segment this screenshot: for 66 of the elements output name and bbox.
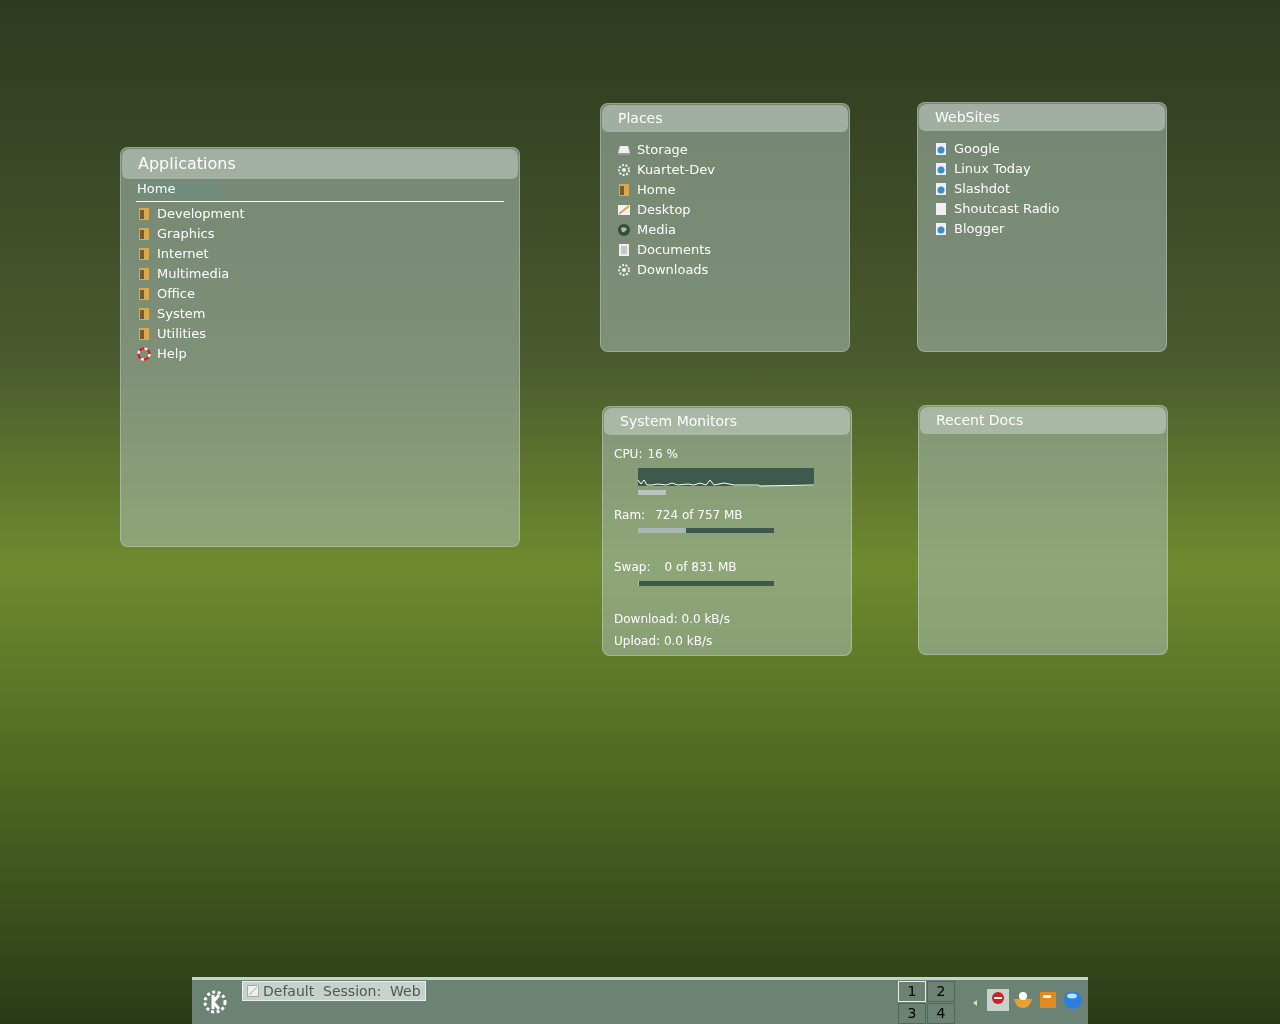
launcher-item[interactable]: Shoutcast Radio [934, 199, 1150, 219]
document-icon [617, 243, 631, 257]
launcher-item[interactable]: Slashdot [934, 179, 1150, 199]
launcher-item[interactable]: Multimedia [137, 264, 503, 284]
window-icon [247, 985, 259, 997]
launcher-item[interactable]: Office [137, 284, 503, 304]
widget-title: System Monitors [604, 408, 850, 435]
bowl-icon [1012, 989, 1034, 1011]
download-rate: Download: 0.0 kB/s [614, 611, 731, 628]
blank-page-icon [934, 202, 948, 216]
desktop-icon [617, 203, 631, 217]
ram-label: Ram: [614, 507, 646, 524]
launcher-item[interactable]: Graphics [137, 224, 503, 244]
cpu-reading: 16 % [647, 446, 678, 463]
launcher-item[interactable]: Documents [617, 240, 833, 260]
launcher-item[interactable]: Desktop [617, 200, 833, 220]
launcher-item[interactable]: Google [934, 139, 1150, 159]
pager-desktop[interactable]: 1 [898, 981, 926, 1002]
launcher-item[interactable]: Help [137, 344, 503, 364]
gear-icon [617, 263, 631, 277]
breadcrumb-button[interactable]: Home [136, 181, 220, 197]
lifebuoy-icon [137, 347, 151, 361]
task-button[interactable]: Default Session: Web [242, 981, 426, 1001]
widget-title: Applications [122, 149, 518, 179]
launcher-item[interactable]: Development [137, 204, 503, 224]
launcher-item[interactable]: Utilities [137, 324, 503, 344]
swap-label: Swap: [614, 559, 651, 576]
launcher-item[interactable]: Linux Today [934, 159, 1150, 179]
notebook-icon [1037, 989, 1059, 1011]
folder-icon [137, 247, 151, 261]
web-page-icon [934, 222, 948, 236]
upload-rate: Upload: 0.0 kB/s [614, 633, 714, 650]
cpu-label: CPU: [614, 446, 643, 463]
launcher-item[interactable]: Media [617, 220, 833, 240]
pager-desktop[interactable]: 3 [898, 1003, 926, 1024]
swap-reading: 0 of 831 MB [664, 559, 737, 576]
launcher-item[interactable]: Storage [617, 140, 833, 160]
pager-desktop[interactable]: 4 [927, 1003, 955, 1024]
web-page-icon [934, 142, 948, 156]
launcher-item[interactable]: Downloads [617, 260, 833, 280]
launcher-item[interactable]: Blogger [934, 219, 1150, 239]
launcher-item[interactable]: Internet [137, 244, 503, 264]
folder-icon [137, 267, 151, 281]
collapse-arrow-icon [973, 1000, 977, 1006]
launcher-item[interactable]: System [137, 304, 503, 324]
pager-desktop[interactable]: 2 [927, 981, 955, 1002]
drive-icon [617, 143, 631, 157]
web-page-icon [934, 182, 948, 196]
widget-title: Recent Docs [920, 407, 1166, 434]
gear-icon [617, 163, 631, 177]
folder-icon [137, 207, 151, 221]
globe-icon [1062, 989, 1084, 1011]
widget-title: WebSites [919, 104, 1165, 131]
widget-title: Places [602, 105, 848, 132]
launcher-item[interactable]: Kuartet-Dev [617, 160, 833, 180]
launcher-item[interactable]: Home [617, 180, 833, 200]
ram-reading: 724 of 757 MB [655, 507, 743, 524]
folder-icon [137, 227, 151, 241]
folder-icon [137, 307, 151, 321]
tray-app-icon [987, 989, 1009, 1011]
gear-k-icon [201, 988, 229, 1016]
folder-icon [137, 287, 151, 301]
folder-icon [137, 327, 151, 341]
folder-icon [617, 183, 631, 197]
web-page-icon [934, 162, 948, 176]
globe-icon [617, 223, 631, 237]
